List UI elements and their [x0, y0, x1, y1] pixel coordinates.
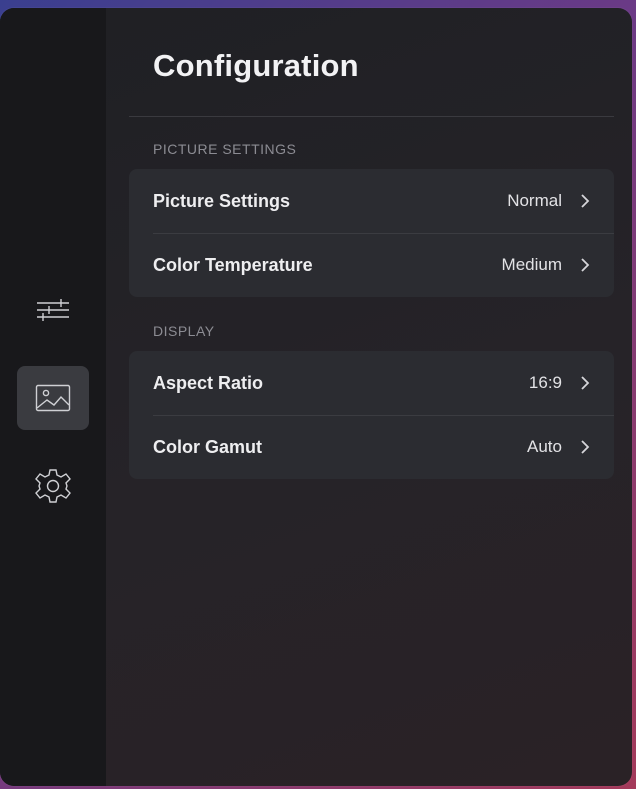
title-divider [129, 116, 614, 117]
sidebar-item-picture[interactable] [17, 366, 89, 430]
row-value: Auto [527, 437, 562, 456]
picture-settings-card: Picture Settings Normal Color Temperatur… [129, 169, 614, 297]
row-aspect-ratio[interactable]: Aspect Ratio 16:9 [129, 351, 614, 415]
sliders-icon [37, 299, 69, 321]
page-title: Configuration [153, 48, 359, 83]
chevron-right-icon [580, 257, 590, 273]
sidebar-item-adjustments[interactable] [17, 278, 89, 342]
image-icon [35, 384, 71, 412]
row-picture-settings[interactable]: Picture Settings Normal [129, 169, 614, 233]
row-color-temperature[interactable]: Color Temperature Medium [129, 233, 614, 297]
chevron-right-icon [580, 375, 590, 391]
section-label-picture-settings: PICTURE SETTINGS [153, 141, 297, 157]
row-label: Aspect Ratio [153, 372, 264, 393]
settings-window: Configuration PICTURE SETTINGS Picture S… [0, 8, 632, 786]
row-label: Picture Settings [153, 190, 291, 211]
row-color-gamut[interactable]: Color Gamut Auto [129, 415, 614, 479]
chevron-right-icon [580, 193, 590, 209]
section-label-display: DISPLAY [153, 323, 215, 339]
sidebar-rail [0, 8, 106, 786]
sidebar-item-settings[interactable] [17, 454, 89, 518]
row-value: 16:9 [528, 373, 562, 392]
row-label: Color Temperature [153, 254, 313, 275]
row-value: Medium [501, 255, 562, 274]
row-value: Normal [507, 191, 562, 210]
main-panel: Configuration PICTURE SETTINGS Picture S… [106, 8, 632, 786]
gear-icon [35, 469, 71, 503]
row-label: Color Gamut [153, 436, 263, 457]
display-card: Aspect Ratio 16:9 Color Gamut Auto [129, 351, 614, 479]
chevron-right-icon [580, 439, 590, 455]
